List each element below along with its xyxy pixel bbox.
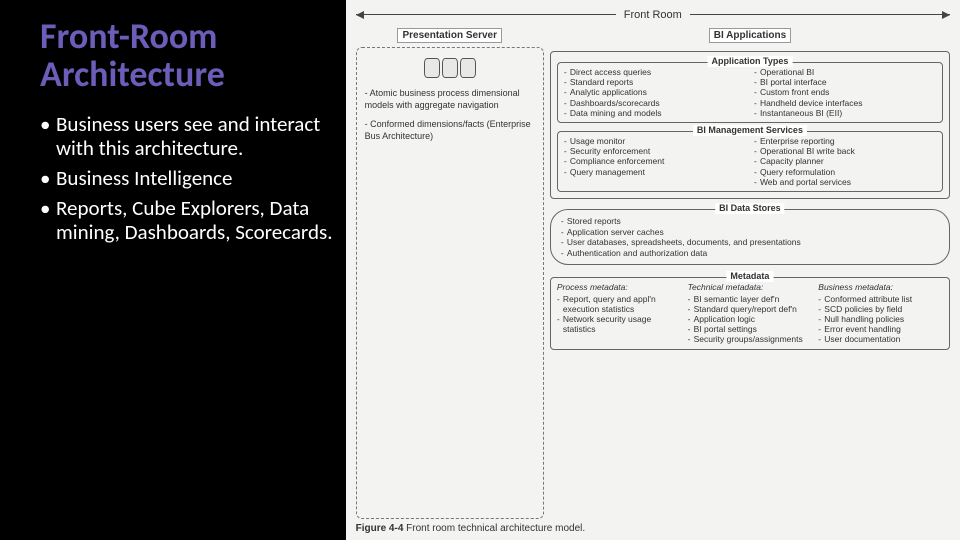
app-types-box: Application Types Direct access queries … (557, 62, 943, 123)
left-panel: Front-Room Architecture Business users s… (0, 0, 346, 540)
metadata-box: Metadata Process metadata: Report, query… (550, 277, 950, 349)
bullet-item: Business Intelligence (40, 166, 334, 190)
front-room-label: Front Room (616, 9, 690, 21)
mgmt-left: Usage monitor Security enforcement Compl… (564, 136, 746, 177)
app-types-title: Application Types (708, 56, 793, 67)
figure-text: Front room technical architecture model. (403, 523, 585, 534)
bullet-item: Reports, Cube Explorers, Data mining, Da… (40, 196, 334, 244)
stores-title: BI Data Stores (715, 203, 785, 214)
presentation-column: Presentation Server - Atomic business pr… (356, 28, 544, 519)
bullet-list: Business users see and interact with thi… (40, 112, 334, 245)
stores-box: BI Data Stores - Stored reports - Applic… (550, 209, 950, 266)
figure-number: Figure 4-4 (356, 523, 404, 534)
bullet-item: Business users see and interact with thi… (40, 112, 334, 160)
stores-list: - Stored reports - Application server ca… (561, 216, 939, 259)
diagram-columns: Presentation Server - Atomic business pr… (356, 28, 950, 519)
diagram-panel: Front Room Presentation Server - Atomic … (346, 0, 960, 540)
app-types-right: Operational BI BI portal interface Custo… (754, 67, 936, 118)
mgmt-title: BI Management Services (693, 125, 807, 136)
mgmt-box: BI Management Services Usage monitor Sec… (557, 131, 943, 192)
bi-column: BI Applications Application Types Direct… (550, 28, 950, 519)
cylinder-icon (424, 58, 440, 78)
figure-caption: Figure 4-4 Front room technical architec… (356, 523, 950, 534)
cylinder-icon (442, 58, 458, 78)
slide: Front-Room Architecture Business users s… (0, 0, 960, 540)
slide-title: Front-Room Architecture (40, 18, 334, 94)
metadata-title: Metadata (726, 271, 773, 282)
mgmt-right: Enterprise reporting Operational BI writ… (754, 136, 936, 187)
presentation-box: - Atomic business process dimensional mo… (356, 47, 544, 519)
presentation-line: - Conformed dimensions/facts (Enterprise… (365, 119, 535, 142)
bi-apps-header: BI Applications (709, 28, 791, 43)
bi-apps-container: Application Types Direct access queries … (550, 51, 950, 199)
presentation-line: - Atomic business process dimensional mo… (365, 88, 535, 111)
cylinder-group-icon (365, 58, 535, 78)
front-room-bar: Front Room (356, 6, 950, 24)
app-types-left: Direct access queries Standard reports A… (564, 67, 746, 118)
cylinder-icon (460, 58, 476, 78)
presentation-header: Presentation Server (397, 28, 502, 43)
